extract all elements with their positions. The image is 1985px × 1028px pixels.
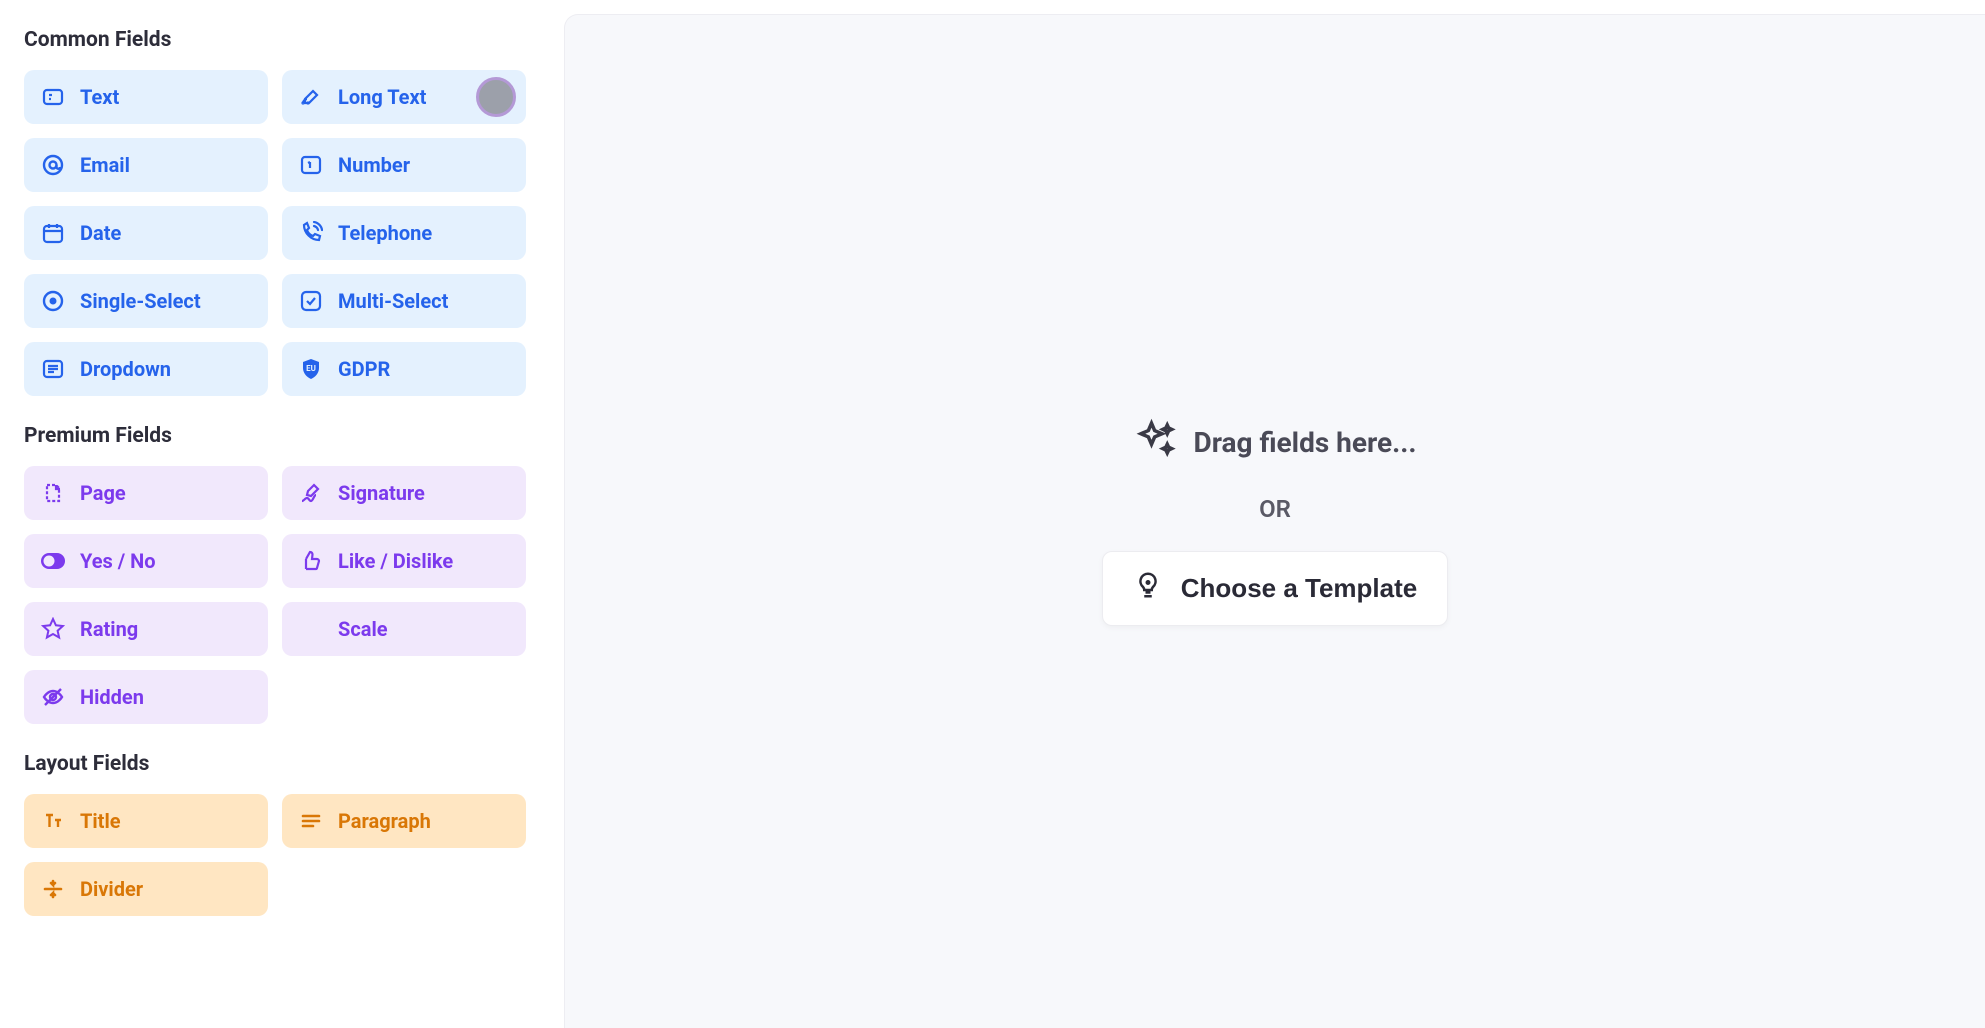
common-fields-heading: Common Fields bbox=[24, 28, 526, 52]
date-icon bbox=[40, 220, 66, 246]
long-text-icon bbox=[298, 84, 324, 110]
field-paragraph[interactable]: Paragraph bbox=[282, 794, 526, 848]
scale-icon bbox=[298, 616, 324, 642]
field-email[interactable]: Email bbox=[24, 138, 268, 192]
multi-select-icon bbox=[298, 288, 324, 314]
divider-icon bbox=[40, 876, 66, 902]
choose-template-label: Choose a Template bbox=[1181, 573, 1417, 604]
field-label: Page bbox=[80, 481, 126, 505]
drag-hint: Drag fields here... bbox=[1134, 418, 1417, 467]
field-hidden[interactable]: Hidden bbox=[24, 670, 268, 724]
single-select-icon bbox=[40, 288, 66, 314]
star-icon bbox=[40, 616, 66, 642]
title-icon bbox=[40, 808, 66, 834]
field-page[interactable]: Page bbox=[24, 466, 268, 520]
field-label: Scale bbox=[338, 617, 388, 641]
field-label: Rating bbox=[80, 617, 138, 641]
or-separator: OR bbox=[1259, 495, 1291, 523]
field-label: Like / Dislike bbox=[338, 549, 453, 573]
sparkle-icon bbox=[1134, 418, 1176, 467]
field-label: Single-Select bbox=[80, 289, 201, 313]
field-label: Dropdown bbox=[80, 357, 171, 381]
dropdown-icon bbox=[40, 356, 66, 382]
field-rating[interactable]: Rating bbox=[24, 602, 268, 656]
field-single-select[interactable]: Single-Select bbox=[24, 274, 268, 328]
choose-template-button[interactable]: Choose a Template bbox=[1102, 551, 1448, 626]
text-icon bbox=[40, 84, 66, 110]
field-multi-select[interactable]: Multi-Select bbox=[282, 274, 526, 328]
field-telephone[interactable]: Telephone bbox=[282, 206, 526, 260]
field-label: Paragraph bbox=[338, 809, 431, 833]
thumbs-up-icon bbox=[298, 548, 324, 574]
field-dropdown[interactable]: Dropdown bbox=[24, 342, 268, 396]
common-fields-grid: Text Long Text Email Number Date bbox=[24, 70, 526, 396]
field-label: Long Text bbox=[338, 85, 426, 109]
hidden-icon bbox=[40, 684, 66, 710]
field-gdpr[interactable]: EU GDPR bbox=[282, 342, 526, 396]
gdpr-icon: EU bbox=[298, 356, 324, 382]
field-label: Email bbox=[80, 153, 130, 177]
telephone-icon bbox=[298, 220, 324, 246]
field-label: Telephone bbox=[338, 221, 432, 245]
field-label: GDPR bbox=[338, 357, 390, 381]
field-label: Yes / No bbox=[80, 549, 156, 573]
field-long-text[interactable]: Long Text bbox=[282, 70, 526, 124]
svg-text:EU: EU bbox=[306, 364, 316, 373]
field-like-dislike[interactable]: Like / Dislike bbox=[282, 534, 526, 588]
selection-indicator bbox=[476, 77, 516, 117]
email-icon bbox=[40, 152, 66, 178]
field-label: Date bbox=[80, 221, 121, 245]
field-divider[interactable]: Divider bbox=[24, 862, 268, 916]
field-label: Multi-Select bbox=[338, 289, 448, 313]
field-yes-no[interactable]: Yes / No bbox=[24, 534, 268, 588]
lightbulb-icon bbox=[1133, 570, 1163, 607]
field-title[interactable]: Title bbox=[24, 794, 268, 848]
field-date[interactable]: Date bbox=[24, 206, 268, 260]
fields-sidebar: Common Fields Text Long Text Email bbox=[0, 0, 550, 1028]
drag-hint-text: Drag fields here... bbox=[1194, 426, 1417, 459]
layout-fields-grid: Title Paragraph Divider bbox=[24, 794, 526, 916]
field-text[interactable]: Text bbox=[24, 70, 268, 124]
field-number[interactable]: Number bbox=[282, 138, 526, 192]
field-label: Number bbox=[338, 153, 410, 177]
field-signature[interactable]: Signature bbox=[282, 466, 526, 520]
field-label: Signature bbox=[338, 481, 425, 505]
premium-fields-grid: Page Signature Yes / No Like / Dislike R bbox=[24, 466, 526, 724]
toggle-icon bbox=[40, 548, 66, 574]
field-label: Title bbox=[80, 809, 121, 833]
page-icon bbox=[40, 480, 66, 506]
paragraph-icon bbox=[298, 808, 324, 834]
field-label: Text bbox=[80, 85, 119, 109]
form-canvas[interactable]: Drag fields here... OR Choose a Template bbox=[564, 14, 1985, 1028]
field-scale[interactable]: Scale bbox=[282, 602, 526, 656]
field-label: Hidden bbox=[80, 685, 144, 709]
number-icon bbox=[298, 152, 324, 178]
premium-fields-heading: Premium Fields bbox=[24, 424, 526, 448]
field-label: Divider bbox=[80, 877, 143, 901]
signature-icon bbox=[298, 480, 324, 506]
layout-fields-heading: Layout Fields bbox=[24, 752, 526, 776]
